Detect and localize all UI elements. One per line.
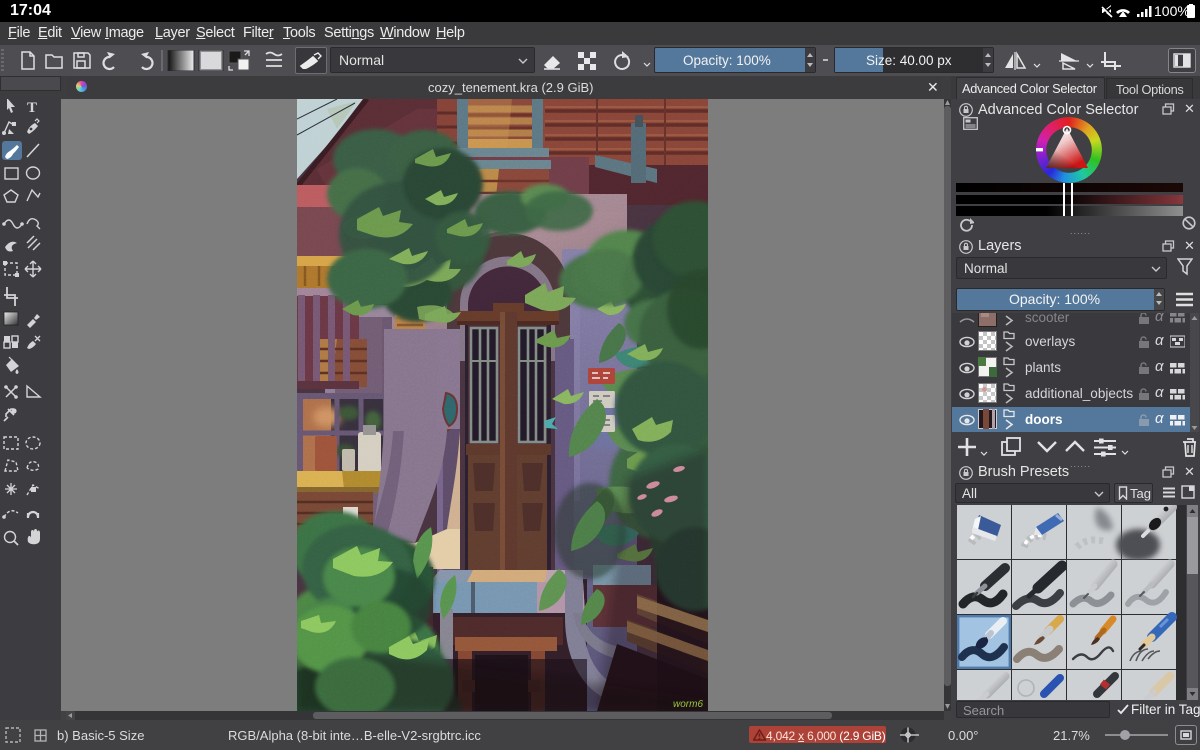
svg-text:T: T xyxy=(27,100,37,116)
svg-text:worm6: worm6 xyxy=(673,699,703,710)
